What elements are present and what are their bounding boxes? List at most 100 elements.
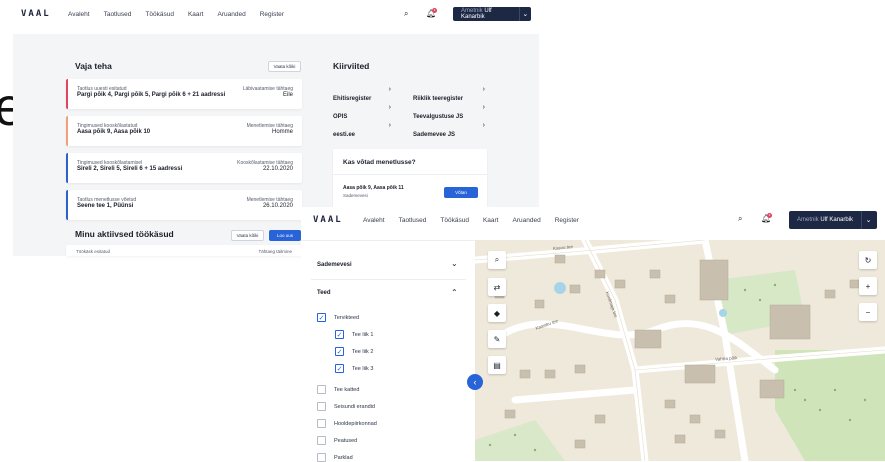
nav-taotlused[interactable]: Taotlused <box>399 217 427 224</box>
layer-item[interactable]: Peatused <box>317 436 357 445</box>
todo-item-deadline: Homme <box>271 129 293 135</box>
chevron-down-icon[interactable]: ⌄ <box>861 211 875 229</box>
nav-avaleht[interactable]: Avaleht <box>68 11 90 18</box>
quick-link[interactable]: eesti.ee › <box>333 122 409 138</box>
layer-item[interactable]: Seisundi erandid <box>317 402 375 411</box>
chevron-right-icon: › <box>482 104 485 111</box>
checkbox[interactable] <box>317 419 326 428</box>
nav-register[interactable]: Register <box>260 11 284 18</box>
logo[interactable]: VAAL <box>313 215 343 225</box>
checkbox[interactable] <box>317 436 326 445</box>
quick-link[interactable]: Teevalgustuse JS › <box>413 104 489 120</box>
nav-kaart[interactable]: Kaart <box>483 217 499 224</box>
chevron-right-icon: › <box>388 104 391 111</box>
main-nav: Avaleht Taotlused Töökäsud Kaart Aruande… <box>363 217 593 224</box>
reset-rotation-icon[interactable]: ↻ <box>859 251 877 269</box>
logo[interactable]: VAAL <box>21 9 51 19</box>
proposal-title: Kas võtad menetlusse? <box>343 159 416 166</box>
nav-aruanded[interactable]: Aruanded <box>218 11 246 18</box>
nav-register[interactable]: Register <box>555 217 579 224</box>
layer-item[interactable]: ✓ Tee liik 1 <box>335 330 373 339</box>
quick-link[interactable]: OPIS › <box>333 104 409 120</box>
zoom-out-icon[interactable]: − <box>859 303 877 321</box>
collapse-panel-button[interactable]: ‹ <box>467 374 483 390</box>
ruler-icon[interactable]: ✎ <box>488 330 506 348</box>
layer-item[interactable]: ✓ Tee liik 2 <box>335 347 373 356</box>
layer-item[interactable]: ✓ Tee liik 3 <box>335 364 373 373</box>
chevron-right-icon: › <box>388 122 391 129</box>
todo-item-deadline: 22.10.2020 <box>262 166 293 172</box>
quick-link[interactable]: Sademevee JS › <box>413 122 489 138</box>
checkbox-checked[interactable]: ✓ <box>335 330 344 339</box>
todo-view-all-button[interactable]: Vaata kõiki <box>268 61 301 72</box>
nav-taotlused[interactable]: Taotlused <box>104 11 132 18</box>
todo-item-address: Aasa põik 9, Aasa põik 10 <box>77 129 151 135</box>
layer-item[interactable]: ✓ Tervikteed <box>317 313 359 322</box>
building <box>684 364 716 384</box>
todo-item-deadline: 26.10.2020 <box>262 203 293 209</box>
checkbox[interactable] <box>317 402 326 411</box>
map-canvas[interactable]: Kasvu tee Koolimaja tee Vahtra põik Kaas… <box>475 240 885 461</box>
search-icon[interactable]: ⌕ <box>404 9 408 19</box>
search-icon[interactable]: ⌕ <box>738 214 742 224</box>
todo-title: Vaja teha <box>75 61 112 71</box>
chevron-up-icon[interactable]: ⌃ <box>451 288 458 297</box>
checkbox[interactable] <box>317 385 326 394</box>
todo-item-deadline: Eile <box>282 92 293 98</box>
nav-aruanded[interactable]: Aruanded <box>513 217 541 224</box>
checkbox-checked[interactable]: ✓ <box>335 347 344 356</box>
quick-link-label: eesti.ee <box>333 132 356 138</box>
notification-badge: 3 <box>767 213 772 218</box>
search-icon[interactable]: ⌕ <box>488 251 506 269</box>
create-new-button[interactable]: Loo uus <box>269 230 301 241</box>
quick-link[interactable]: Ehitisregister › <box>333 86 409 102</box>
nav-töökäsud[interactable]: Töökäsud <box>145 11 174 18</box>
layer-item[interactable]: Tee katted <box>317 385 359 394</box>
todo-item-address: Pargi põik 4, Pargi põik 5, Pargi põik 6… <box>77 92 226 98</box>
layer-panel: Sademevesi ⌄ Teed ⌃ ✓ Tervikteed ✓ Tee liik… <box>301 240 475 462</box>
checkbox-checked[interactable]: ✓ <box>335 364 344 373</box>
todo-item[interactable]: Taotlus menetlusse võetud Seene tee 1, Pü… <box>66 190 302 220</box>
map-screen: VAAL Avaleht Taotlused Töökäsud Kaart Ar… <box>301 207 885 462</box>
active-view-all-button[interactable]: Vaata kõiki <box>231 230 264 241</box>
map-svg <box>475 240 885 461</box>
chevron-down-icon[interactable]: ⌄ <box>451 259 458 268</box>
zoom-in-icon[interactable]: + <box>859 277 877 295</box>
user-menu-button[interactable]: Ametnik Ulf Kanarbik ⌄ <box>789 211 877 229</box>
layer-item-label: Tee liik 3 <box>352 365 374 372</box>
building <box>769 304 811 340</box>
nav-avaleht[interactable]: Avaleht <box>363 217 385 224</box>
quick-link-label: Ehitisregister <box>333 96 372 102</box>
todo-item-address: Sireli 2, Sireli 5, Sireli 6 + 15 aadres… <box>77 166 183 172</box>
document-icon[interactable]: ▤ <box>488 356 506 374</box>
active-task-row[interactable]: Töökäsk esitatud Tähtaeg täitmine <box>66 245 302 256</box>
divider <box>311 279 466 280</box>
chevron-down-icon[interactable]: ⌄ <box>518 7 531 21</box>
proposal-sub: Sademevesi <box>343 193 368 198</box>
layer-item[interactable]: Hooldepiirkonnad <box>317 419 377 428</box>
quick-links-title: Kiirviited <box>333 61 370 71</box>
take-in-button[interactable]: Võtan <box>444 187 478 198</box>
todo-item-address: Seene tee 1, Püünsi <box>77 203 134 209</box>
quick-link-label: OPIS <box>333 114 348 120</box>
active-task-label: Töökäsk esitatud <box>76 249 111 254</box>
layer-item-label: Peatused <box>334 437 358 444</box>
nav-kaart[interactable]: Kaart <box>188 11 204 18</box>
nav-töökäsud[interactable]: Töökäsud <box>440 217 469 224</box>
building <box>699 259 729 301</box>
chevron-right-icon: › <box>482 122 485 129</box>
checkbox-checked[interactable]: ✓ <box>317 313 326 322</box>
layer-group-label: Sademevesi <box>317 262 352 268</box>
quick-link[interactable]: Riiklik teeregister › <box>413 86 489 102</box>
layer-group-sademevesi[interactable]: Sademevesi ⌄ <box>301 259 469 273</box>
eraser-icon[interactable]: ◆ <box>488 304 506 322</box>
todo-item[interactable]: Taotlus uuesti esitatud Pargi põik 4, Par… <box>66 79 302 109</box>
todo-item[interactable]: Tingimused kooskõlastamisel Sireli 2, Sir… <box>66 153 302 183</box>
layer-item-label: Hooldepiirkonnad <box>334 420 377 427</box>
todo-item[interactable]: Tingimused kooskõlastatud Aasa põik 9, Aa… <box>66 116 302 146</box>
layer-item-label: Parklad <box>334 454 353 461</box>
user-menu-button[interactable]: Ametnik Ulf Kanarbik ⌄ <box>453 7 531 21</box>
route-icon[interactable]: ⇄ <box>488 278 506 296</box>
user-name: Ulf Kanarbik <box>820 217 854 223</box>
layer-group-teed[interactable]: Teed ⌃ <box>301 287 469 301</box>
